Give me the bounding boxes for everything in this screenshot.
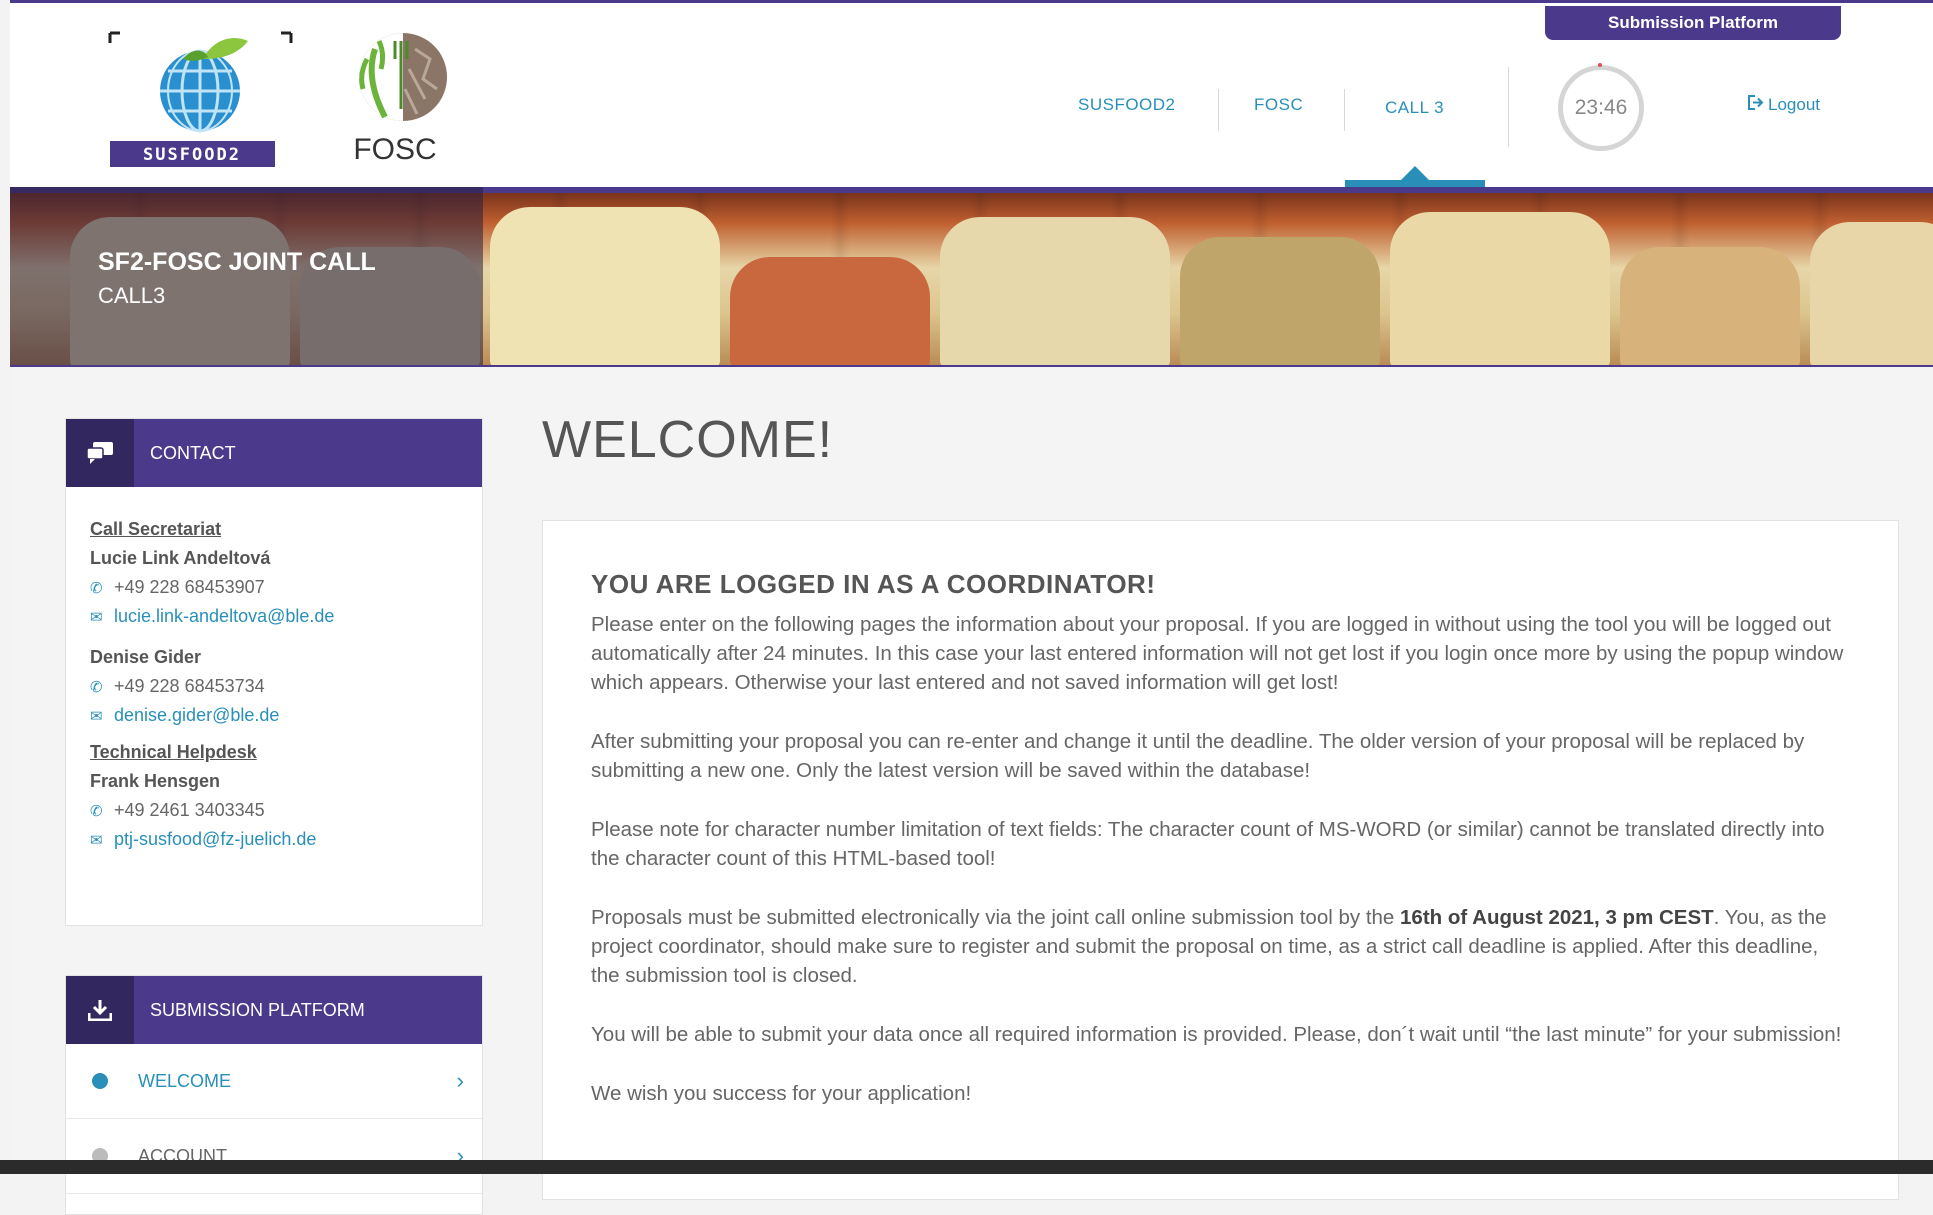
info-paragraph: Please enter on the following pages the … xyxy=(591,613,1844,694)
page-title: WELCOME! xyxy=(542,411,834,469)
menu-item-welcome[interactable]: WELCOME › xyxy=(66,1044,482,1119)
submission-menu-card: SUBMISSION PLATFORM WELCOME › ACCOUNT › xyxy=(65,975,483,1215)
mail-icon: ✉ xyxy=(90,608,103,626)
mail-icon: ✉ xyxy=(90,831,103,849)
submission-platform-tab[interactable]: Submission Platform xyxy=(1545,6,1841,40)
contact-name: Lucie Link Andeltová xyxy=(90,548,271,568)
call-title: SF2-FOSC JOINT CALL xyxy=(98,248,376,276)
contact-email-link[interactable]: ✉ denise.gider@ble.de xyxy=(90,705,458,726)
page: Submission Platform SUSFOOD2 FOSC SUSFOO… xyxy=(10,0,1933,1215)
contact-phone: ✆ +49 2461 3403345 xyxy=(90,800,265,820)
contact-email-link[interactable]: ✉ lucie.link-andeltova@ble.de xyxy=(90,606,458,627)
contact-phone: ✆ +49 228 68453907 xyxy=(90,577,265,597)
phone-icon: ✆ xyxy=(90,579,103,597)
active-nav-indicator xyxy=(1345,180,1485,187)
info-paragraph: Please note for character number limitat… xyxy=(591,818,1825,870)
contact-header: CONTACT xyxy=(66,419,482,487)
phone-icon: ✆ xyxy=(90,802,103,820)
nav-separator xyxy=(1508,67,1509,147)
contact-phone: ✆ +49 228 68453734 xyxy=(90,676,265,696)
contact-name: Frank Hensgen xyxy=(90,771,221,791)
submission-menu-header: SUBMISSION PLATFORM xyxy=(66,976,482,1044)
info-paragraph: You will be able to submit your data onc… xyxy=(591,1023,1842,1046)
nav-call3[interactable]: CALL 3 xyxy=(1385,98,1444,118)
mail-icon: ✉ xyxy=(90,707,103,725)
contact-name: Denise Gider xyxy=(90,647,202,667)
nav-fosc[interactable]: FOSC xyxy=(1254,95,1303,115)
menu-item-label: WELCOME xyxy=(138,1070,232,1091)
submission-menu-heading: SUBMISSION PLATFORM xyxy=(150,999,365,1020)
banner-overlay xyxy=(10,187,483,367)
timer-indicator xyxy=(1598,63,1602,67)
nav-separator xyxy=(1218,89,1219,131)
fosc-logo-text: FOSC xyxy=(353,133,436,166)
chat-icon xyxy=(66,419,134,487)
active-nav-arrow xyxy=(1401,166,1429,180)
closing-paragraph: We wish you success for your application… xyxy=(591,1082,972,1105)
contact-email-link[interactable]: ✉ ptj-susfood@fz-juelich.de xyxy=(90,829,458,850)
download-icon xyxy=(66,976,134,1044)
nav-separator xyxy=(1344,89,1345,131)
header: Submission Platform SUSFOOD2 FOSC SUSFOO… xyxy=(10,0,1933,187)
contact-card: CONTACT Call Secretariat Lucie Link Ande… xyxy=(65,418,483,926)
chevron-right-icon: › xyxy=(456,1068,464,1093)
deadline-date: 16th of August 2021, 3 pm CEST xyxy=(1400,906,1714,929)
susfood2-logo[interactable]: SUSFOOD2 xyxy=(108,29,293,169)
logged-in-heading: YOU ARE LOGGED IN AS A COORDINATOR! xyxy=(591,569,1156,599)
phone-icon: ✆ xyxy=(90,678,103,696)
contact-heading: CONTACT xyxy=(150,442,236,463)
session-timer: 23:46 xyxy=(1558,65,1644,151)
banner-bottom-border xyxy=(10,365,1933,367)
info-paragraph: After submitting your proposal you can r… xyxy=(591,730,1805,782)
nav-susfood2[interactable]: SUSFOOD2 xyxy=(1078,95,1176,115)
deadline-paragraph: Proposals must be submitted electronical… xyxy=(591,906,1827,987)
welcome-content: YOU ARE LOGGED IN AS A COORDINATOR! Plea… xyxy=(542,520,1899,1200)
logout-icon xyxy=(1748,95,1764,115)
menu-item-account[interactable]: ACCOUNT › xyxy=(66,1119,482,1194)
bottom-bar xyxy=(0,1160,1933,1174)
susfood2-logo-text: SUSFOOD2 xyxy=(143,145,241,165)
logout-link[interactable]: Logout xyxy=(1748,95,1820,115)
fosc-logo[interactable]: FOSC xyxy=(345,29,455,169)
call-subtitle: CALL3 xyxy=(98,283,166,308)
contact-section-title: Call Secretariat xyxy=(90,519,222,539)
contact-section-title: Technical Helpdesk xyxy=(90,742,257,762)
active-dot-icon xyxy=(92,1073,108,1089)
logout-label: Logout xyxy=(1768,95,1820,114)
